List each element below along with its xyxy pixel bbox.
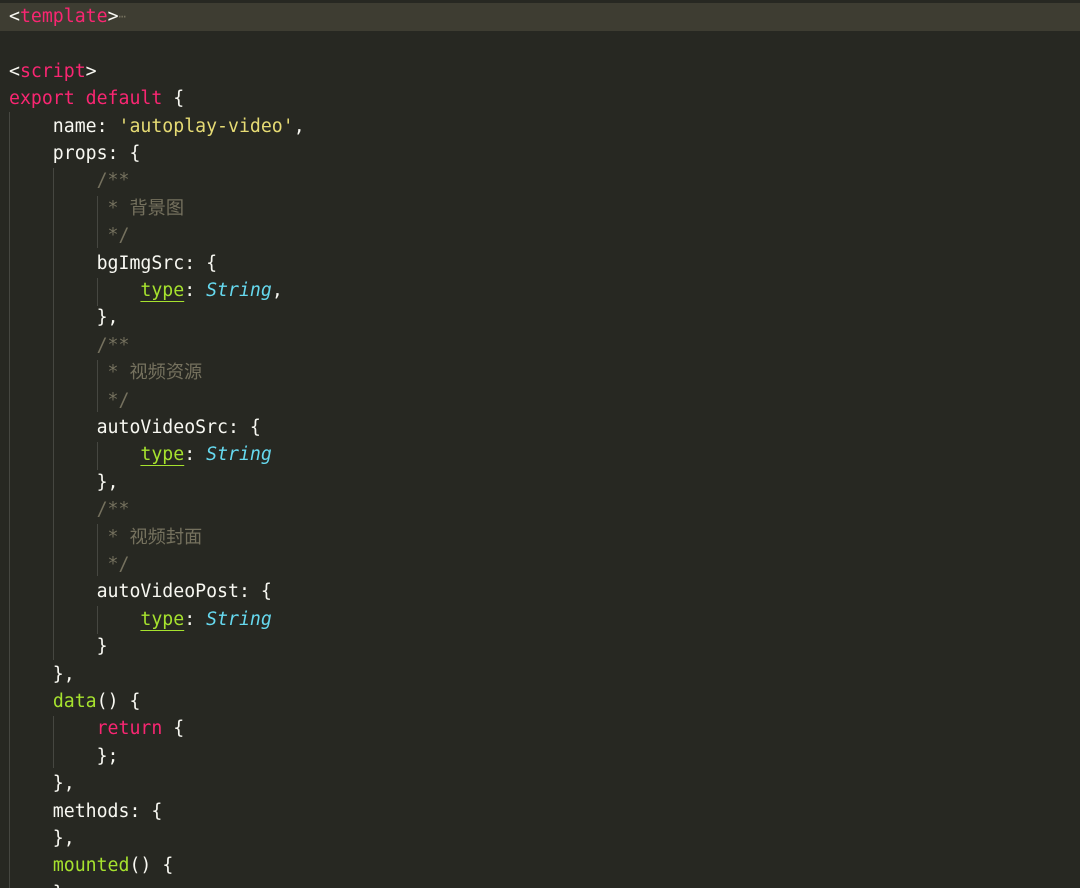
code-token: */ [9, 389, 130, 411]
code-line[interactable]: */ [0, 387, 1080, 414]
code-line[interactable]: methods: { [0, 798, 1080, 825]
code-token: autoVideoPost: { [9, 581, 272, 603]
code-token: name: [9, 115, 119, 137]
code-line[interactable]: /** [0, 332, 1080, 359]
code-token: }, [9, 828, 75, 849]
code-line[interactable]: }, [0, 661, 1080, 688]
code-token: > [85, 60, 97, 82]
code-token: * 视频封面 [9, 526, 203, 548]
code-token: }, [9, 773, 75, 795]
code-token: return [96, 718, 163, 740]
code-line[interactable]: <template>⋯ [0, 3, 1080, 30]
code-token: }; [9, 745, 119, 767]
code-token: () { [96, 691, 141, 712]
code-line[interactable]: /** [0, 167, 1080, 194]
code-line[interactable]: }, [0, 825, 1080, 852]
code-token: bgImgSrc: { [9, 252, 218, 274]
code-token: > [107, 6, 119, 27]
code-token: * 背景图 [9, 197, 185, 219]
code-token: export default [9, 88, 163, 110]
code-line[interactable]: data() { [0, 688, 1080, 715]
code-token: props: { [9, 143, 141, 164]
code-line[interactable]: * 视频封面 [0, 524, 1080, 551]
code-line[interactable]: mounted() { [0, 852, 1080, 879]
code-token: */ [9, 225, 130, 247]
code-token: } [9, 636, 108, 658]
code-line[interactable]: } [0, 633, 1080, 660]
code-line[interactable]: }; [0, 743, 1080, 770]
code-line[interactable]: } [0, 880, 1080, 888]
code-token: mounted [52, 855, 130, 877]
code-token: /** [9, 334, 130, 356]
code-token: type [140, 608, 185, 630]
code-token: 'autoplay-video' [118, 115, 294, 137]
code-line[interactable]: <script> [0, 58, 1080, 85]
code-editor[interactable]: <template>⋯ <script> export default { name… [0, 0, 1080, 888]
code-token: }, [9, 471, 119, 493]
code-token: * 视频资源 [9, 362, 203, 384]
code-token: : [184, 280, 207, 301]
code-token: { [162, 718, 185, 740]
code-token: , [293, 115, 305, 137]
fold-marker-icon[interactable]: ⋯ [119, 9, 126, 23]
code-line[interactable]: export default { [0, 85, 1080, 112]
code-line[interactable]: type: String [0, 441, 1080, 468]
code-token: String [206, 608, 272, 630]
code-line[interactable]: }, [0, 469, 1080, 496]
code-token: /** [9, 170, 130, 192]
code-line[interactable]: * 视频资源 [0, 359, 1080, 386]
code-line[interactable]: * 背景图 [0, 195, 1080, 222]
code-token: template [19, 6, 108, 27]
code-token: < [9, 6, 20, 27]
code-token: }, [9, 663, 75, 685]
code-token: */ [9, 554, 130, 575]
code-token: methods: { [9, 800, 163, 822]
code-token: () { [129, 855, 174, 877]
code-token: : [184, 444, 207, 466]
code-token: { [162, 88, 185, 110]
code-line[interactable]: */ [0, 551, 1080, 578]
code-line[interactable]: props: { [0, 140, 1080, 167]
code-line[interactable]: type: String [0, 606, 1080, 633]
code-token: script [19, 60, 86, 82]
code-line[interactable]: name: 'autoplay-video', [0, 113, 1080, 140]
code-token: data [52, 691, 97, 712]
code-line[interactable] [0, 30, 1080, 57]
code-token: String [206, 444, 272, 466]
code-token: String [206, 280, 272, 301]
code-token: , [271, 280, 283, 301]
code-token: autoVideoSrc: { [9, 417, 261, 438]
code-line[interactable]: autoVideoPost: { [0, 578, 1080, 605]
code-line[interactable]: }, [0, 304, 1080, 331]
code-token: < [9, 60, 20, 82]
code-line[interactable]: */ [0, 222, 1080, 249]
code-line[interactable]: autoVideoSrc: { [0, 414, 1080, 441]
code-token: /** [9, 499, 130, 521]
code-token: }, [9, 307, 119, 329]
code-token: type [140, 444, 185, 466]
code-line[interactable]: return { [0, 715, 1080, 742]
code-line[interactable]: type: String, [0, 277, 1080, 304]
code-token: : [184, 608, 207, 630]
code-token: type [140, 280, 185, 301]
code-token: } [9, 883, 64, 888]
code-line[interactable]: }, [0, 770, 1080, 797]
code-line[interactable]: bgImgSrc: { [0, 250, 1080, 277]
code-line[interactable]: /** [0, 496, 1080, 523]
